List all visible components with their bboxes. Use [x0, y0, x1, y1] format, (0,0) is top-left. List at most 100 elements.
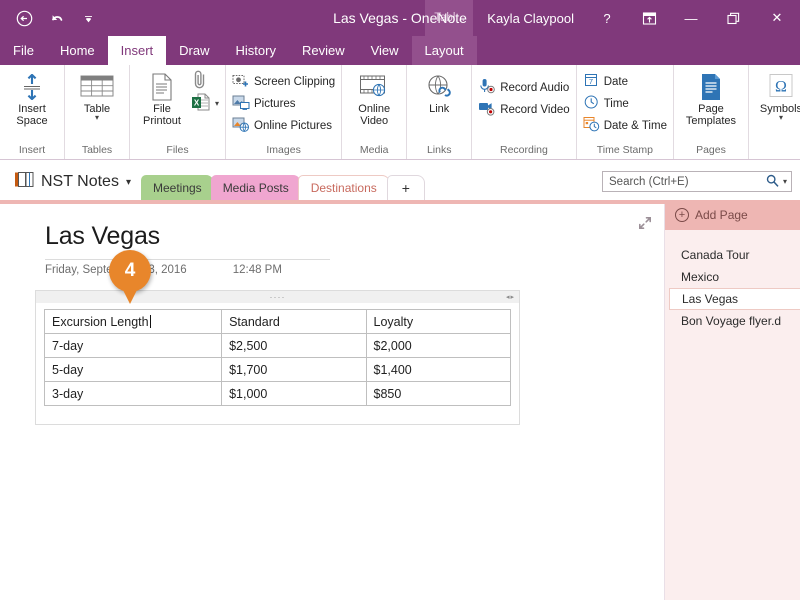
page-list: Canada Tour Mexico Las Vegas Bon Voyage … — [665, 230, 800, 332]
section-tab-meetings[interactable]: Meetings — [140, 175, 214, 200]
account-name[interactable]: Kayla Claypool — [473, 11, 586, 26]
tab-view[interactable]: View — [358, 36, 412, 65]
tab-draw[interactable]: Draw — [166, 36, 222, 65]
attach-file-button[interactable] — [191, 70, 219, 92]
back-arrow-icon[interactable] — [10, 4, 38, 32]
notebook-selector[interactable]: NST Notes ▾ — [0, 171, 141, 200]
page-item-las-vegas[interactable]: Las Vegas — [669, 288, 800, 310]
table-row[interactable]: 7-day $2,500 $2,000 — [43, 333, 512, 358]
table-row[interactable]: 5-day $1,700 $1,400 — [43, 357, 512, 382]
spreadsheet-icon: X — [191, 92, 211, 117]
cell-1-2[interactable]: $2,000 — [365, 333, 512, 358]
time-button[interactable]: Time — [583, 94, 667, 114]
page-item-bon-voyage-flyer[interactable]: Bon Voyage flyer.d — [665, 310, 800, 332]
search-input[interactable]: Search (Ctrl+E) — [609, 176, 766, 188]
section-tab-media-posts[interactable]: Media Posts — [210, 175, 301, 200]
pictures-button[interactable]: Pictures — [232, 94, 335, 114]
tab-home[interactable]: Home — [47, 36, 108, 65]
undo-icon[interactable] — [42, 4, 70, 32]
page-templates-button[interactable]: Page Templates — [680, 70, 742, 127]
page-item-mexico[interactable]: Mexico — [665, 266, 800, 288]
help-button[interactable]: ? — [586, 0, 628, 36]
expand-page-icon[interactable] — [638, 216, 652, 233]
table-row[interactable]: Excursion Length Standard Loyalty — [43, 309, 512, 334]
pictures-icon — [232, 94, 250, 115]
cell-0-2[interactable]: Loyalty — [365, 309, 512, 334]
insert-space-button[interactable]: Insert Space — [6, 70, 58, 127]
cell-1-1[interactable]: $2,500 — [221, 333, 367, 358]
cell-3-0[interactable]: 3-day — [43, 381, 223, 406]
cell-2-2[interactable]: $1,400 — [365, 357, 512, 382]
search-box[interactable]: Search (Ctrl+E) ▾ — [602, 171, 792, 192]
minimize-button[interactable]: — — [670, 0, 712, 36]
file-printout-icon — [149, 72, 175, 102]
table-move-handle[interactable]: ···· ◂▸ — [35, 290, 520, 303]
group-label-links: Links — [426, 144, 452, 156]
record-video-label: Record Video — [500, 104, 570, 116]
online-video-button[interactable]: Online Video — [348, 70, 400, 127]
omega-symbol-icon: Ω — [766, 72, 796, 102]
excursion-pricing-table[interactable]: Excursion Length Standard Loyalty 7-day … — [43, 309, 512, 406]
tab-insert[interactable]: Insert — [107, 36, 167, 65]
page-title[interactable]: Las Vegas — [45, 222, 160, 251]
online-pictures-button[interactable]: Online Pictures — [232, 116, 335, 136]
ribbon-display-options-icon[interactable] — [628, 0, 670, 36]
table-row[interactable]: 3-day $1,000 $850 — [43, 381, 512, 406]
group-label-media: Media — [359, 144, 389, 156]
ribbon-group-links: Link Links — [407, 65, 473, 159]
cell-0-0[interactable]: Excursion Length — [43, 309, 223, 334]
ribbon-group-images: Screen Clipping Pictures Online Pictures — [226, 65, 343, 159]
date-time-button[interactable]: Date & Time — [583, 116, 667, 136]
chevron-down-icon[interactable]: ▾ — [126, 177, 131, 188]
search-icon[interactable] — [766, 174, 779, 190]
online-pictures-label: Online Pictures — [254, 120, 332, 132]
group-label-tables: Tables — [81, 144, 113, 156]
date-label: Date — [603, 76, 628, 88]
search-dropdown-icon[interactable]: ▾ — [783, 177, 787, 186]
tab-file[interactable]: File — [0, 36, 47, 65]
chevron-down-icon[interactable]: ▾ — [215, 99, 219, 108]
ribbon-group-time-stamp: 7 Date Time Date & Time Time Stamp — [577, 65, 674, 159]
ribbon-tab-strip: File Home Insert Draw History Review Vie… — [0, 36, 800, 65]
add-page-button[interactable]: + Add Page — [665, 200, 800, 230]
add-section-button[interactable]: + — [386, 175, 425, 200]
resize-arrows-icon[interactable]: ◂▸ — [506, 293, 515, 301]
record-audio-icon — [478, 78, 496, 99]
page-item-canada-tour[interactable]: Canada Tour — [665, 244, 800, 266]
date-button[interactable]: 7 Date — [583, 72, 667, 92]
symbols-button[interactable]: Ω Symbols ▾ — [755, 70, 800, 122]
cell-0-1[interactable]: Standard — [221, 309, 367, 334]
chevron-down-icon[interactable]: ▾ — [779, 114, 783, 122]
screen-clipping-button[interactable]: Screen Clipping — [232, 72, 335, 92]
title-bar: Las Vegas - OneNote Tabl... Kayla Claypo… — [0, 0, 800, 36]
table-container: ···· ◂▸ Excursion Length Standard Loyalt… — [35, 290, 520, 425]
table-button[interactable]: Table ▾ — [71, 70, 123, 122]
cell-1-0[interactable]: 7-day — [43, 333, 223, 358]
tab-review[interactable]: Review — [289, 36, 358, 65]
drag-dots-icon: ···· — [269, 291, 286, 302]
cell-3-2[interactable]: $850 — [365, 381, 512, 406]
quick-access-dropdown-icon[interactable] — [74, 4, 102, 32]
link-icon — [425, 72, 453, 102]
close-button[interactable]: ✕ — [754, 0, 800, 36]
chevron-down-icon[interactable]: ▾ — [95, 114, 99, 122]
cell-2-1[interactable]: $1,700 — [221, 357, 367, 382]
restore-button[interactable] — [712, 0, 754, 36]
add-page-icon: + — [675, 208, 689, 222]
cell-3-1[interactable]: $1,000 — [221, 381, 367, 406]
spreadsheet-button[interactable]: X ▾ — [191, 92, 219, 117]
page-canvas[interactable]: Las Vegas Friday, September 23, 2016 12:… — [0, 204, 665, 600]
tab-layout[interactable]: Layout — [411, 36, 477, 65]
file-printout-button[interactable]: File Printout — [136, 70, 188, 127]
tab-history[interactable]: History — [223, 36, 289, 65]
cell-2-0[interactable]: 5-day — [43, 357, 223, 382]
record-audio-button[interactable]: Record Audio — [478, 78, 569, 98]
page-metadata: Friday, September 23, 2016 12:48 PM — [45, 264, 282, 276]
link-button[interactable]: Link — [413, 70, 465, 115]
page-time[interactable]: 12:48 PM — [233, 264, 282, 276]
online-pictures-icon — [232, 116, 250, 137]
section-tabs: Meetings Media Posts Destinations + — [140, 174, 425, 200]
ribbon-group-recording: Record Audio Record Video Recording — [472, 65, 577, 159]
section-tab-destinations[interactable]: Destinations — [297, 175, 390, 200]
record-video-button[interactable]: Record Video — [478, 100, 570, 120]
